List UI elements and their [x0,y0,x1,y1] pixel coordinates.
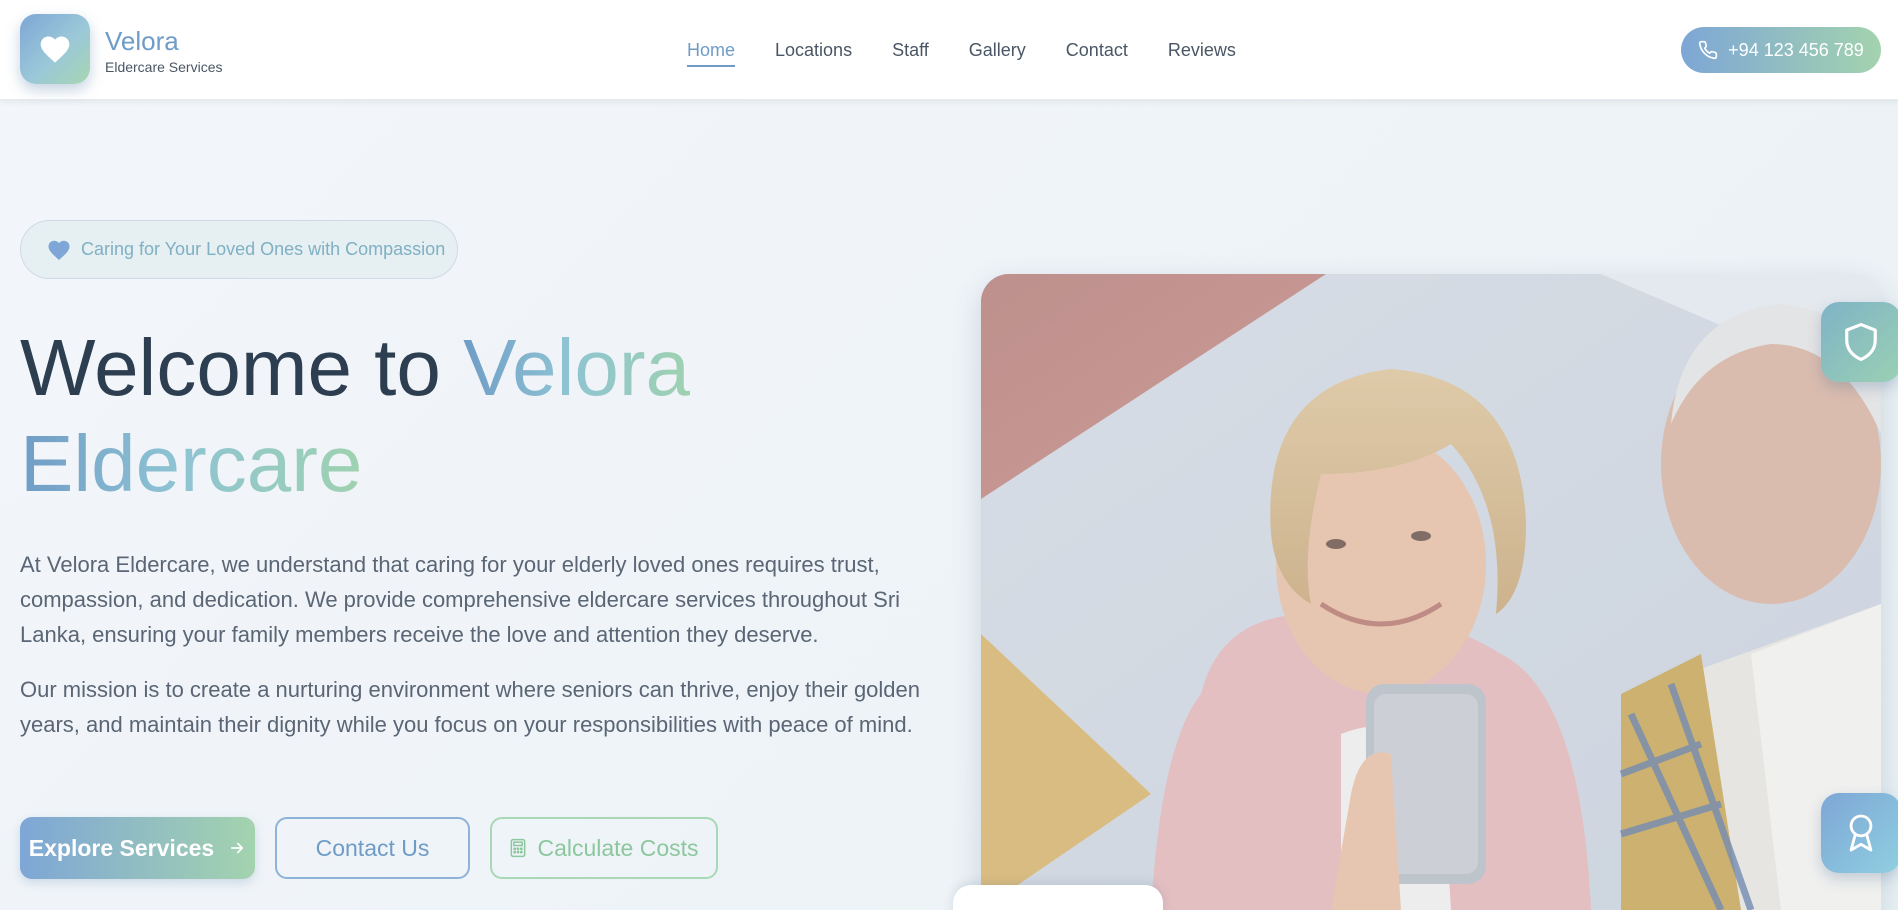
explore-services-label: Explore Services [28,834,215,861]
site-header: Velora Eldercare Services Home Locations… [0,0,1898,100]
hero-title: Welcome to Velora Eldercare [20,320,920,512]
hero-title-highlight-2: Eldercare [20,419,363,508]
nav-home[interactable]: Home [687,40,736,67]
hero-photo [981,274,1881,910]
tagline-badge: Caring for Your Loved Ones with Compassi… [20,220,458,279]
brand-name[interactable]: Velora [105,26,179,57]
award-icon [1849,814,1873,852]
explore-services-button[interactable]: Explore Services [20,817,255,879]
nav-locations[interactable]: Locations [775,40,852,67]
hero-paragraph-2: Our mission is to create a nurturing env… [20,677,921,737]
floating-card [953,885,1163,910]
nav-reviews[interactable]: Reviews [1168,40,1236,67]
calculator-icon [511,838,526,858]
phone-button[interactable]: +94 123 456 789 [1681,27,1881,73]
calculate-costs-button[interactable]: Calculate Costs [490,817,718,879]
heart-icon [40,36,70,63]
brand-subtitle: Eldercare Services [105,59,223,75]
hero-paragraph-1: At Velora Eldercare, we understand that … [20,552,901,647]
shield-icon [1845,323,1877,361]
contact-us-label: Contact Us [315,834,430,861]
nav-contact[interactable]: Contact [1066,40,1128,67]
main-nav: Home Locations Staff Gallery Contact Rev… [687,40,1276,67]
nav-staff[interactable]: Staff [892,40,929,67]
phone-icon [1699,40,1718,60]
phone-number: +94 123 456 789 [1728,39,1864,60]
calculate-costs-label: Calculate Costs [537,834,699,861]
nav-gallery[interactable]: Gallery [969,40,1026,67]
award-badge [1821,793,1898,873]
hero-title-plain: Welcome to [20,323,464,412]
hero-title-highlight-1: Velora [463,323,690,412]
shield-badge [1821,302,1898,382]
heart-icon [48,240,70,260]
logo[interactable] [20,14,90,84]
tagline-text: Caring for Your Loved Ones with Compassi… [81,239,446,259]
contact-us-button[interactable]: Contact Us [275,817,470,879]
arrow-right-icon [231,842,244,854]
